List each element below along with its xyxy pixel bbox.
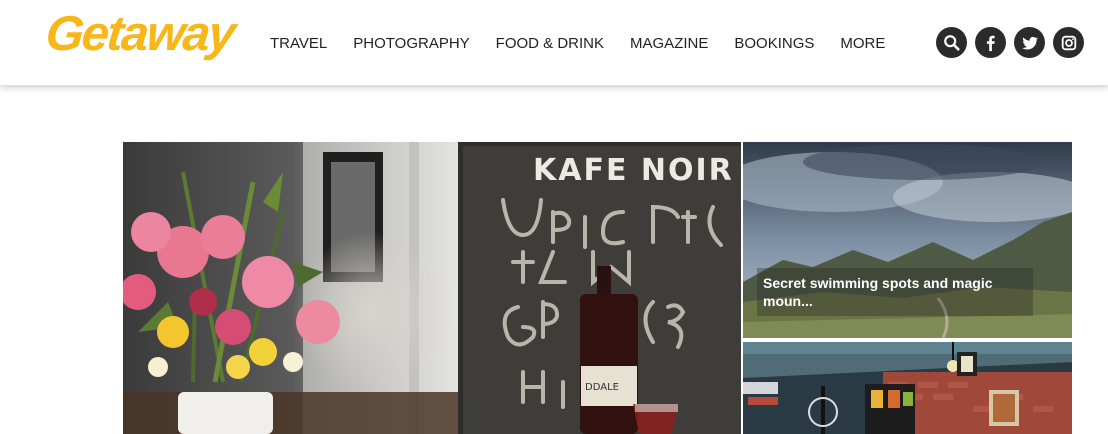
- nav-magazine[interactable]: MAGAZINE: [630, 35, 708, 52]
- site-header: Getaway TRAVEL PHOTOGRAPHY FOOD & DRINK …: [0, 0, 1108, 85]
- story-card-2[interactable]: [743, 342, 1072, 434]
- site-logo[interactable]: Getaway: [43, 6, 236, 62]
- story-card-1[interactable]: Secret swimming spots and magic moun...: [743, 142, 1072, 338]
- search-icon[interactable]: [936, 27, 967, 58]
- nav-food-drink[interactable]: FOOD & DRINK: [496, 35, 604, 52]
- nav-travel[interactable]: TRAVEL: [270, 35, 327, 52]
- featured-main-image[interactable]: KAFE NOIR DDALE: [123, 142, 741, 434]
- nav-bookings[interactable]: BOOKINGS: [734, 35, 814, 52]
- svg-text:DDALE: DDALE: [585, 382, 619, 393]
- main-nav: TRAVEL PHOTOGRAPHY FOOD & DRINK MAGAZINE…: [270, 35, 911, 52]
- facebook-icon[interactable]: [975, 27, 1006, 58]
- instagram-icon[interactable]: [1053, 27, 1084, 58]
- restaurant-photo: [743, 342, 1072, 434]
- nav-photography[interactable]: PHOTOGRAPHY: [353, 35, 469, 52]
- cafe-photo: KAFE NOIR DDALE: [123, 142, 741, 434]
- social-links: [928, 27, 1084, 58]
- twitter-icon[interactable]: [1014, 27, 1045, 58]
- nav-more[interactable]: MORE: [840, 35, 885, 52]
- story-title[interactable]: Secret swimming spots and magic moun...: [757, 268, 1033, 316]
- board-title: KAFE NOIR: [533, 153, 734, 188]
